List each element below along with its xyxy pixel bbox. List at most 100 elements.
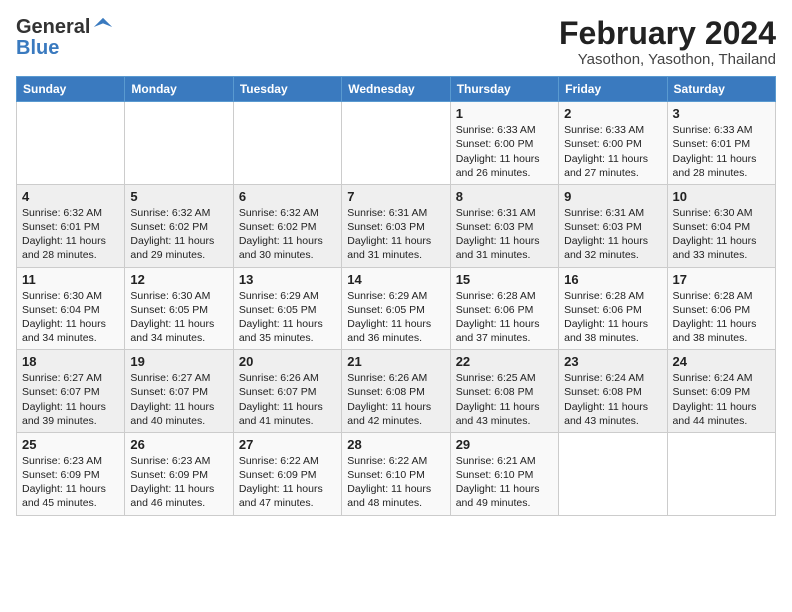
day-number: 21 xyxy=(347,354,444,369)
calendar-subtitle: Yasothon, Yasothon, Thailand xyxy=(559,51,776,68)
day-number: 11 xyxy=(22,272,119,287)
calendar-cell: 3 Sunrise: 6:33 AMSunset: 6:01 PMDaylight… xyxy=(667,102,775,185)
weekday-header-cell: Thursday xyxy=(450,77,558,102)
cell-info: Sunrise: 6:30 AMSunset: 6:04 PMDaylight:… xyxy=(673,206,770,263)
day-number: 4 xyxy=(22,189,119,204)
day-number: 24 xyxy=(673,354,770,369)
day-number: 27 xyxy=(239,437,336,452)
weekday-header-cell: Sunday xyxy=(17,77,125,102)
calendar-cell: 26 Sunrise: 6:23 AMSunset: 6:09 PMDayligh… xyxy=(125,432,233,515)
cell-info: Sunrise: 6:28 AMSunset: 6:06 PMDaylight:… xyxy=(564,289,661,346)
calendar-cell: 4 Sunrise: 6:32 AMSunset: 6:01 PMDaylight… xyxy=(17,184,125,267)
cell-info: Sunrise: 6:26 AMSunset: 6:08 PMDaylight:… xyxy=(347,371,444,428)
cell-info: Sunrise: 6:33 AMSunset: 6:01 PMDaylight:… xyxy=(673,123,770,180)
day-number: 7 xyxy=(347,189,444,204)
cell-info: Sunrise: 6:27 AMSunset: 6:07 PMDaylight:… xyxy=(130,371,227,428)
cell-info: Sunrise: 6:24 AMSunset: 6:09 PMDaylight:… xyxy=(673,371,770,428)
calendar-cell: 15 Sunrise: 6:28 AMSunset: 6:06 PMDayligh… xyxy=(450,267,558,350)
day-number: 29 xyxy=(456,437,553,452)
cell-info: Sunrise: 6:29 AMSunset: 6:05 PMDaylight:… xyxy=(347,289,444,346)
weekday-header-cell: Saturday xyxy=(667,77,775,102)
day-number: 8 xyxy=(456,189,553,204)
day-number: 6 xyxy=(239,189,336,204)
day-number: 2 xyxy=(564,106,661,121)
calendar-cell: 20 Sunrise: 6:26 AMSunset: 6:07 PMDayligh… xyxy=(233,350,341,433)
calendar-week-row: 11 Sunrise: 6:30 AMSunset: 6:04 PMDayligh… xyxy=(17,267,776,350)
calendar-cell: 29 Sunrise: 6:21 AMSunset: 6:10 PMDayligh… xyxy=(450,432,558,515)
cell-info: Sunrise: 6:21 AMSunset: 6:10 PMDaylight:… xyxy=(456,454,553,511)
calendar-cell: 1 Sunrise: 6:33 AMSunset: 6:00 PMDaylight… xyxy=(450,102,558,185)
calendar-cell xyxy=(17,102,125,185)
page-header: General Blue February 2024 Yasothon, Yas… xyxy=(16,16,776,68)
weekday-header-row: SundayMondayTuesdayWednesdayThursdayFrid… xyxy=(17,77,776,102)
weekday-header-cell: Tuesday xyxy=(233,77,341,102)
day-number: 13 xyxy=(239,272,336,287)
calendar-cell: 2 Sunrise: 6:33 AMSunset: 6:00 PMDaylight… xyxy=(559,102,667,185)
day-number: 15 xyxy=(456,272,553,287)
day-number: 9 xyxy=(564,189,661,204)
day-number: 12 xyxy=(130,272,227,287)
logo-text: General xyxy=(16,16,90,38)
calendar-table: SundayMondayTuesdayWednesdayThursdayFrid… xyxy=(16,76,776,515)
weekday-header-cell: Friday xyxy=(559,77,667,102)
calendar-cell: 25Sunrise: 6:23 AMSunset: 6:09 PMDayligh… xyxy=(17,432,125,515)
calendar-cell xyxy=(233,102,341,185)
cell-info: Sunrise: 6:30 AMSunset: 6:04 PMDaylight:… xyxy=(22,289,119,346)
cell-info: Sunrise: 6:30 AMSunset: 6:05 PMDaylight:… xyxy=(130,289,227,346)
day-number: 1 xyxy=(456,106,553,121)
cell-info: Sunrise: 6:25 AMSunset: 6:08 PMDaylight:… xyxy=(456,371,553,428)
calendar-cell: 12 Sunrise: 6:30 AMSunset: 6:05 PMDayligh… xyxy=(125,267,233,350)
day-number: 5 xyxy=(130,189,227,204)
cell-info: Sunrise: 6:28 AMSunset: 6:06 PMDaylight:… xyxy=(673,289,770,346)
calendar-cell: 21 Sunrise: 6:26 AMSunset: 6:08 PMDayligh… xyxy=(342,350,450,433)
day-number: 26 xyxy=(130,437,227,452)
logo: General Blue xyxy=(16,16,114,58)
day-number: 18 xyxy=(22,354,119,369)
logo-blue: Blue xyxy=(16,38,114,58)
calendar-cell: 17Sunrise: 6:28 AMSunset: 6:06 PMDayligh… xyxy=(667,267,775,350)
calendar-cell xyxy=(667,432,775,515)
cell-info: Sunrise: 6:32 AMSunset: 6:02 PMDaylight:… xyxy=(239,206,336,263)
calendar-cell: 24 Sunrise: 6:24 AMSunset: 6:09 PMDayligh… xyxy=(667,350,775,433)
calendar-week-row: 25 Sunrise: 6:23 AMSunset: 6:09 PMDayligh… xyxy=(17,432,776,515)
calendar-cell: 9 Sunrise: 6:31 AMSunset: 6:03 PMDaylight… xyxy=(559,184,667,267)
weekday-header-cell: Monday xyxy=(125,77,233,102)
calendar-cell xyxy=(342,102,450,185)
cell-info: Sunrise: 6:23 AMSunset: 6:09 PMDaylight:… xyxy=(130,454,227,511)
calendar-cell: 6 Sunrise: 6:32 AMSunset: 6:02 PMDaylight… xyxy=(233,184,341,267)
calendar-title: February 2024 xyxy=(559,16,776,51)
calendar-cell: 23 Sunrise: 6:24 AMSunset: 6:08 PMDayligh… xyxy=(559,350,667,433)
cell-info: Sunrise: 6:32 AMSunset: 6:01 PMDaylight:… xyxy=(22,206,119,263)
day-number: 25 xyxy=(22,437,119,452)
calendar-cell: 13 Sunrise: 6:29 AMSunset: 6:05 PMDayligh… xyxy=(233,267,341,350)
day-number: 22 xyxy=(456,354,553,369)
title-block: February 2024 Yasothon, Yasothon, Thaila… xyxy=(559,16,776,68)
calendar-week-row: 4 Sunrise: 6:32 AMSunset: 6:01 PMDaylight… xyxy=(17,184,776,267)
cell-info: Sunrise: 6:32 AMSunset: 6:02 PMDaylight:… xyxy=(130,206,227,263)
cell-info: Sunrise: 6:31 AMSunset: 6:03 PMDaylight:… xyxy=(564,206,661,263)
cell-info: Sunrise: 6:31 AMSunset: 6:03 PMDaylight:… xyxy=(347,206,444,263)
cell-info: Sunrise: 6:28 AMSunset: 6:06 PMDaylight:… xyxy=(456,289,553,346)
day-number: 20 xyxy=(239,354,336,369)
calendar-cell: 11 Sunrise: 6:30 AMSunset: 6:04 PMDayligh… xyxy=(17,267,125,350)
calendar-cell: 16Sunrise: 6:28 AMSunset: 6:06 PMDayligh… xyxy=(559,267,667,350)
calendar-cell xyxy=(125,102,233,185)
cell-info: Sunrise: 6:22 AMSunset: 6:09 PMDaylight:… xyxy=(239,454,336,511)
calendar-cell: 14 Sunrise: 6:29 AMSunset: 6:05 PMDayligh… xyxy=(342,267,450,350)
day-number: 28 xyxy=(347,437,444,452)
day-number: 23 xyxy=(564,354,661,369)
calendar-body: 1 Sunrise: 6:33 AMSunset: 6:00 PMDaylight… xyxy=(17,102,776,515)
cell-info: Sunrise: 6:33 AMSunset: 6:00 PMDaylight:… xyxy=(456,123,553,180)
weekday-header-cell: Wednesday xyxy=(342,77,450,102)
cell-info: Sunrise: 6:24 AMSunset: 6:08 PMDaylight:… xyxy=(564,371,661,428)
cell-info: Sunrise: 6:33 AMSunset: 6:00 PMDaylight:… xyxy=(564,123,661,180)
day-number: 14 xyxy=(347,272,444,287)
day-number: 3 xyxy=(673,106,770,121)
calendar-cell: 22 Sunrise: 6:25 AMSunset: 6:08 PMDayligh… xyxy=(450,350,558,433)
cell-info: Sunrise: 6:29 AMSunset: 6:05 PMDaylight:… xyxy=(239,289,336,346)
cell-info: Sunrise: 6:22 AMSunset: 6:10 PMDaylight:… xyxy=(347,454,444,511)
calendar-cell: 8Sunrise: 6:31 AMSunset: 6:03 PMDaylight… xyxy=(450,184,558,267)
day-number: 19 xyxy=(130,354,227,369)
cell-info: Sunrise: 6:26 AMSunset: 6:07 PMDaylight:… xyxy=(239,371,336,428)
calendar-cell: 10Sunrise: 6:30 AMSunset: 6:04 PMDayligh… xyxy=(667,184,775,267)
